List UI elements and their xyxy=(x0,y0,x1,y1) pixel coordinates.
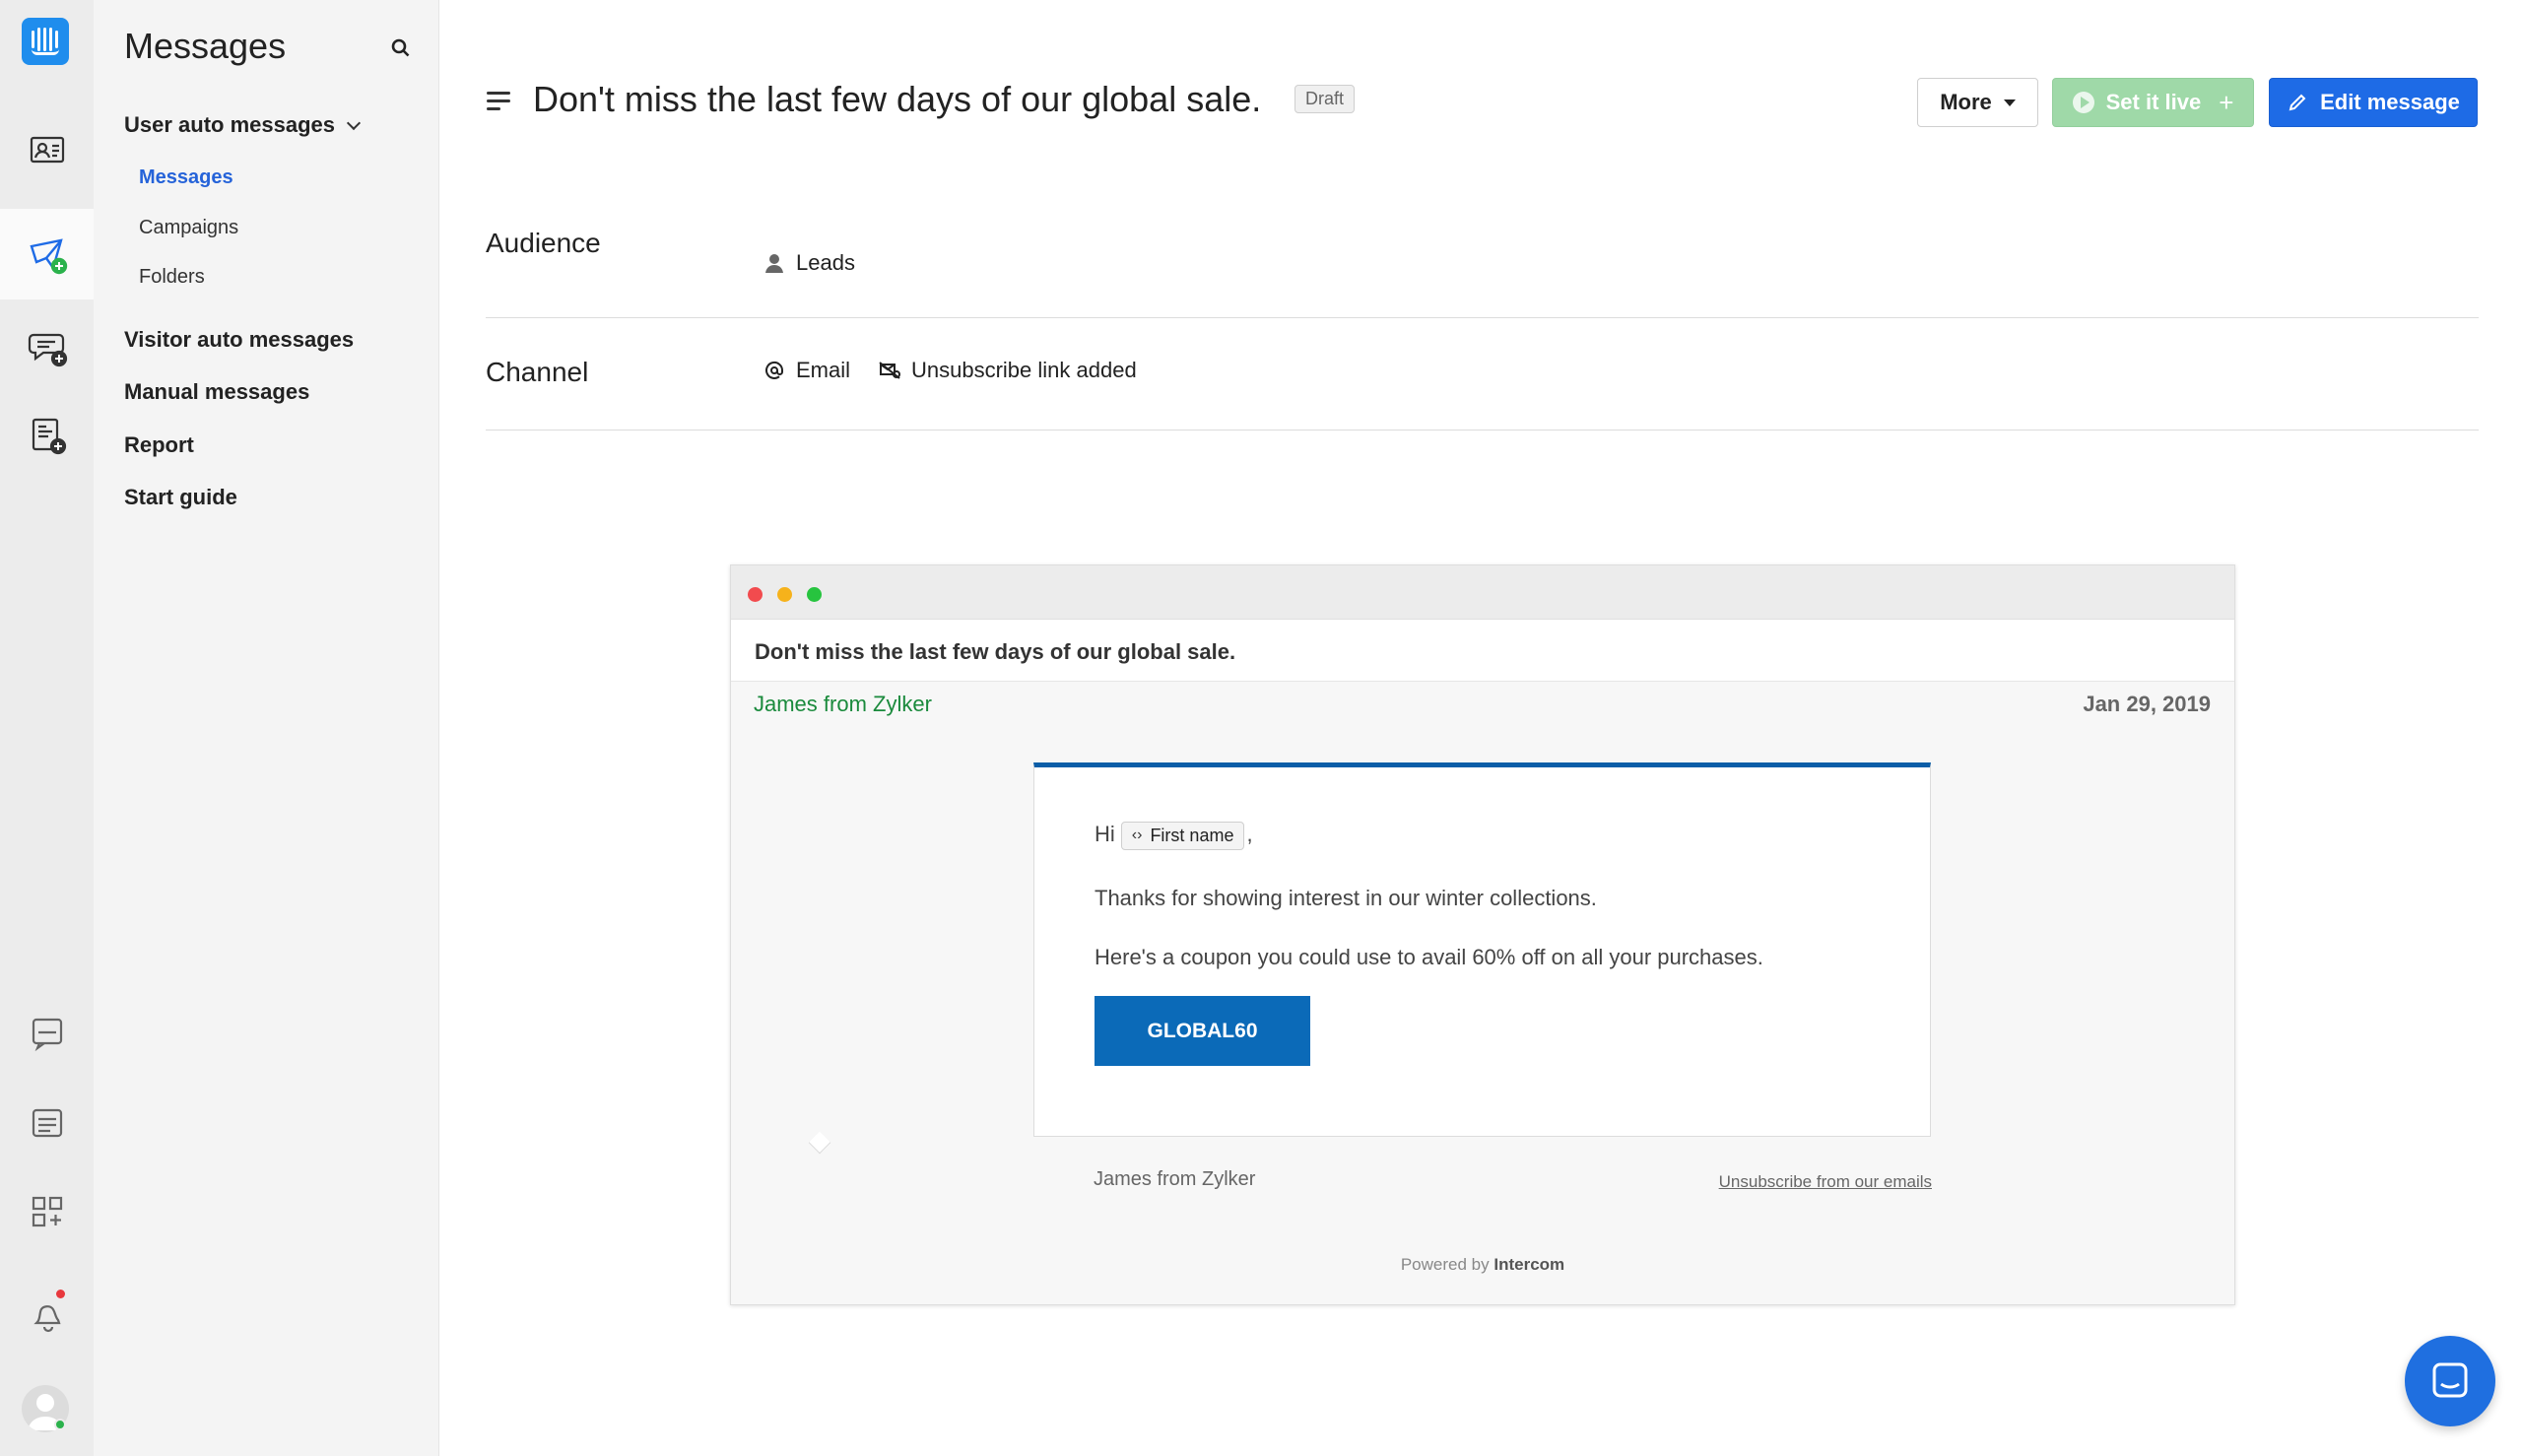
messages-sidebar: Messages User auto messages Messages Cam… xyxy=(94,0,438,1456)
channel-value[interactable]: Email xyxy=(763,358,850,383)
email-subject: Don't miss the last few days of our glob… xyxy=(755,639,1236,664)
unsubscribe-icon xyxy=(879,362,900,379)
notifications-bell-icon[interactable] xyxy=(0,1271,94,1361)
divider xyxy=(486,317,2479,318)
email-greeting: Hi ‹› First name, xyxy=(1095,821,1253,852)
more-button[interactable]: More xyxy=(1917,78,2038,127)
conversations-icon[interactable] xyxy=(0,987,94,1078)
play-icon xyxy=(2072,92,2094,113)
icon-rail xyxy=(0,0,94,1456)
audience-value[interactable]: Leads xyxy=(763,250,855,276)
app-store-icon[interactable] xyxy=(0,1166,94,1257)
unsubscribe-note: Unsubscribe link added xyxy=(878,358,1137,383)
card-notch xyxy=(808,1131,831,1155)
email-sender: James from Zylker xyxy=(754,692,932,716)
contacts-icon[interactable] xyxy=(0,104,94,195)
window-titlebar xyxy=(731,565,2234,620)
unsubscribe-link[interactable]: Unsubscribe from our emails xyxy=(1719,1172,1932,1192)
sidebar-item-manual-messages[interactable]: Manual messages xyxy=(124,379,309,405)
chevron-down-icon xyxy=(346,115,362,131)
email-signer: James from Zylker xyxy=(1094,1168,1256,1190)
sidebar-group-user-auto-messages[interactable]: User auto messages xyxy=(124,112,362,138)
coupon-button[interactable]: GLOBAL60 xyxy=(1095,996,1310,1066)
sidebar-item-start-guide[interactable]: Start guide xyxy=(124,485,237,510)
notification-dot xyxy=(56,1290,65,1298)
outbound-icon[interactable] xyxy=(0,209,94,299)
close-dot-icon xyxy=(748,587,763,602)
sidebar-item-messages[interactable]: Messages xyxy=(139,166,233,189)
channel-label: Channel xyxy=(486,357,589,387)
status-badge: Draft xyxy=(1294,85,1356,113)
menu-icon[interactable] xyxy=(487,92,510,111)
messenger-launcher-button[interactable] xyxy=(2405,1336,2495,1426)
page-title: Don't miss the last few days of our glob… xyxy=(533,79,1262,119)
code-icon: ‹› xyxy=(1131,827,1143,843)
email-body-card: Hi ‹› First name, Thanks for showing inter… xyxy=(1033,762,1931,1137)
attribute-chip[interactable]: ‹› First name xyxy=(1120,821,1245,850)
audience-label: Audience xyxy=(486,228,601,258)
articles-icon[interactable] xyxy=(0,390,94,481)
plus-icon: + xyxy=(2219,87,2234,117)
sidebar-item-report[interactable]: Report xyxy=(124,432,194,458)
search-icon[interactable] xyxy=(387,34,415,62)
notes-icon[interactable] xyxy=(0,1078,94,1168)
email-at-icon xyxy=(765,362,784,379)
online-status-dot xyxy=(54,1419,66,1430)
sidebar-item-folders[interactable]: Folders xyxy=(139,266,205,289)
minimize-dot-icon xyxy=(777,587,792,602)
caret-down-icon xyxy=(2003,99,2016,106)
intercom-logo-icon[interactable] xyxy=(22,18,69,65)
sidebar-title: Messages xyxy=(124,26,287,66)
person-icon xyxy=(765,254,783,273)
maximize-dot-icon xyxy=(807,587,822,602)
email-line-2: Here's a coupon you could use to avail 6… xyxy=(1095,945,1763,969)
main-content: Don't miss the last few days of our glob… xyxy=(438,0,2522,1456)
set-live-button[interactable]: Set it live + xyxy=(2052,78,2254,127)
chat-icon xyxy=(2432,1362,2468,1398)
sidebar-item-campaigns[interactable]: Campaigns xyxy=(139,217,238,239)
sidebar-item-visitor-auto-messages[interactable]: Visitor auto messages xyxy=(124,327,354,353)
inbox-chat-icon[interactable] xyxy=(0,301,94,392)
powered-by: Powered by Intercom xyxy=(1400,1255,1565,1274)
email-date: Jan 29, 2019 xyxy=(2083,692,2211,716)
email-preview-window: Don't miss the last few days of our glob… xyxy=(730,564,2235,1305)
edit-message-button[interactable]: Edit message xyxy=(2269,78,2478,127)
email-line-1: Thanks for showing interest in our winte… xyxy=(1095,886,1597,910)
email-subject-row: Don't miss the last few days of our glob… xyxy=(731,620,2234,682)
pencil-icon xyxy=(2289,94,2306,111)
